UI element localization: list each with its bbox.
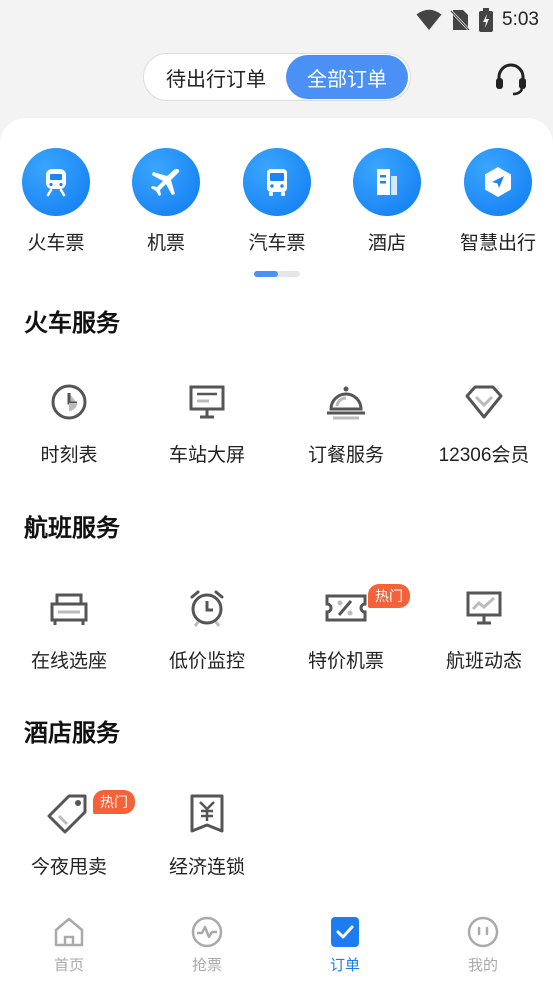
clock-icon: [47, 380, 91, 424]
nav-orders[interactable]: 订单: [276, 908, 414, 983]
section-title-flight: 航班服务: [24, 515, 120, 542]
flight-status-monitor-icon: [462, 586, 506, 630]
service-label: 航班动态: [445, 651, 522, 672]
service-label: 时刻表: [40, 445, 98, 466]
wifi-icon: [416, 9, 442, 31]
category-flight[interactable]: 机票: [111, 148, 221, 255]
flight-services-row: 在线选座 低价监控 特价机票 热门 航班动态: [0, 584, 553, 686]
category-smart-travel[interactable]: 智慧出行: [443, 148, 553, 255]
no-sim-icon: [450, 8, 470, 32]
station-screen-icon: [185, 380, 229, 424]
service-price-monitor[interactable]: 低价监控: [138, 586, 276, 673]
nav-label: 我的: [467, 957, 498, 974]
service-meal-order[interactable]: 订餐服务: [277, 380, 415, 467]
status-bar: 5:03: [0, 0, 553, 40]
service-seat-selection[interactable]: 在线选座: [0, 586, 138, 673]
yen-receipt-icon: [185, 792, 229, 836]
order-filter-toggle: 待出行订单 全部订单: [143, 53, 411, 101]
service-tonight-sale[interactable]: 今夜甩卖 热门: [0, 790, 138, 879]
hotel-icon: [353, 148, 421, 216]
category-label: 酒店: [367, 233, 406, 254]
train-icon: [22, 148, 90, 216]
plane-icon: [132, 148, 200, 216]
carousel-indicator: [254, 271, 300, 277]
diamond-icon: [462, 380, 506, 424]
nav-label: 首页: [53, 957, 84, 974]
category-hotel[interactable]: 酒店: [332, 148, 442, 255]
service-label: 今夜甩卖: [30, 857, 107, 878]
bus-icon: [243, 148, 311, 216]
alarm-clock-icon: [185, 586, 229, 630]
category-bus[interactable]: 汽车票: [222, 148, 332, 255]
category-row: 火车票 机票 汽车票 酒店 智慧出行: [0, 148, 553, 258]
hot-badge: 热门: [93, 790, 135, 814]
food-cloche-icon: [324, 380, 368, 424]
service-label: 车站大屏: [168, 445, 245, 466]
section-title-train: 火车服务: [24, 310, 120, 337]
pulse-icon: [191, 916, 223, 948]
section-title-hotel: 酒店服务: [24, 720, 120, 747]
nav-home[interactable]: 首页: [0, 908, 138, 983]
hotel-services-row: 今夜甩卖 热门 经济连锁: [0, 790, 553, 892]
service-label: 低价监控: [168, 651, 245, 672]
service-label: 12306会员: [438, 445, 530, 466]
header: 待出行订单 全部订单: [0, 52, 553, 104]
service-label: 订餐服务: [307, 445, 384, 466]
service-label: 经济连锁: [168, 857, 245, 878]
price-tag-icon: [47, 792, 91, 836]
category-label: 智慧出行: [459, 233, 536, 254]
discount-ticket-icon: [324, 586, 368, 630]
bottom-nav: 首页 抢票 订单 我的: [0, 908, 553, 983]
home-icon: [53, 916, 85, 948]
status-time: 5:03: [502, 9, 539, 30]
hot-badge: 热门: [368, 584, 410, 608]
nav-profile[interactable]: 我的: [414, 908, 552, 983]
nav-label: 抢票: [191, 957, 222, 974]
order-check-icon: [329, 916, 361, 948]
services-card: 火车票 机票 汽车票 酒店 智慧出行 火车服务 时刻表 车站大屏 订餐服务 12…: [0, 118, 553, 908]
profile-face-icon: [467, 916, 499, 948]
tab-all-orders[interactable]: 全部订单: [286, 55, 408, 99]
service-membership[interactable]: 12306会员: [415, 380, 553, 467]
category-train[interactable]: 火车票: [1, 148, 111, 255]
service-budget-chain[interactable]: 经济连锁: [138, 792, 276, 879]
nav-grab-tickets[interactable]: 抢票: [138, 908, 276, 983]
service-station-screen[interactable]: 车站大屏: [138, 380, 276, 467]
category-label: 火车票: [27, 233, 85, 254]
tab-pending-orders[interactable]: 待出行订单: [144, 55, 288, 99]
nav-label: 订单: [329, 957, 360, 974]
navigation-icon: [464, 148, 532, 216]
service-label: 特价机票: [307, 651, 384, 672]
headset-icon[interactable]: [492, 60, 530, 98]
service-timetable[interactable]: 时刻表: [0, 380, 138, 467]
service-label: 在线选座: [30, 651, 107, 672]
service-special-tickets[interactable]: 特价机票 热门: [277, 584, 415, 673]
carousel-indicator-active: [254, 271, 278, 277]
train-services-row: 时刻表 车站大屏 订餐服务 12306会员: [0, 380, 553, 480]
seat-icon: [47, 586, 91, 630]
service-flight-status[interactable]: 航班动态: [415, 586, 553, 673]
category-label: 机票: [146, 233, 185, 254]
category-label: 汽车票: [248, 233, 306, 254]
battery-charging-icon: [478, 8, 494, 32]
